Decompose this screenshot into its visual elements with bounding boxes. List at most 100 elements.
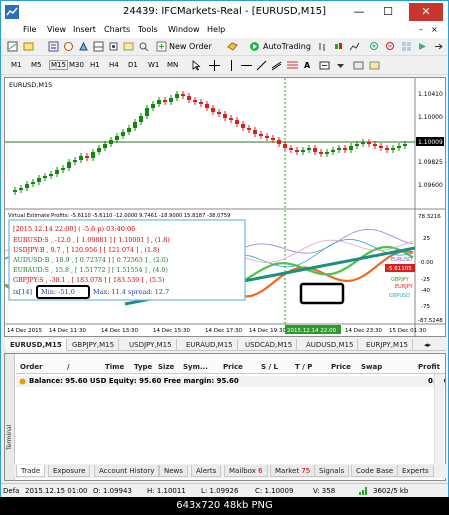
tab-trade[interactable]: Trade bbox=[16, 465, 46, 477]
chart-tab-audusd[interactable]: AUDUSD,M15 bbox=[302, 339, 359, 351]
cursor-icon[interactable] bbox=[191, 60, 202, 71]
candle-body bbox=[37, 178, 41, 182]
tester-icon[interactable] bbox=[108, 41, 119, 52]
zoom-out-icon[interactable] bbox=[385, 41, 396, 52]
col-tp[interactable]: T / P bbox=[295, 363, 312, 371]
chart-tab-usdcad[interactable]: USDCAD,M15 bbox=[241, 339, 298, 351]
col-profit[interactable]: Profit bbox=[418, 363, 440, 371]
candle-body bbox=[193, 100, 197, 102]
timeframe-h4[interactable]: H4 bbox=[109, 61, 119, 69]
new-order-button[interactable]: New Order bbox=[169, 42, 212, 51]
time-label-2: 14 Dec 11:30 bbox=[49, 328, 86, 334]
templates-icon[interactable] bbox=[369, 60, 380, 71]
fibonacci-icon[interactable] bbox=[287, 60, 298, 71]
menu-view[interactable]: View bbox=[47, 25, 66, 34]
autotrading-button[interactable]: AutoTrading bbox=[263, 42, 311, 51]
timeframe-m15[interactable]: M15 bbox=[49, 60, 68, 70]
timeframe-h1[interactable]: H1 bbox=[90, 61, 100, 69]
text-tool[interactable]: A bbox=[304, 61, 310, 70]
navigator-icon[interactable] bbox=[78, 41, 89, 52]
col-symbol[interactable]: Sym... bbox=[183, 363, 208, 371]
terminal-scrollbar[interactable] bbox=[434, 374, 444, 474]
metaeditor-icon[interactable] bbox=[123, 41, 134, 52]
col-size[interactable]: Size bbox=[158, 363, 174, 371]
tile-windows-icon[interactable] bbox=[401, 41, 412, 52]
time-label-4: 14 Dec 15:30 bbox=[153, 328, 190, 334]
candle-body bbox=[103, 144, 107, 148]
zoom-tools-icon[interactable] bbox=[138, 41, 149, 52]
tab-market[interactable]: Market 75 bbox=[270, 465, 316, 477]
time-label-1: 14 Dec 2015 bbox=[7, 328, 43, 334]
tab-mailbox[interactable]: Mailbox 6 bbox=[224, 465, 268, 477]
chart-canvas[interactable]: EURUSD,M15 1.10410 1.10000 1.10009 1.098… bbox=[4, 78, 445, 336]
line-chart-icon[interactable] bbox=[349, 41, 360, 52]
maximize-button[interactable]: ☐ bbox=[377, 3, 399, 21]
chart-shift-icon[interactable] bbox=[417, 41, 428, 52]
chart-tab-euraud[interactable]: EURAUD,M15 bbox=[182, 339, 238, 351]
autoscroll-icon[interactable] bbox=[433, 41, 444, 52]
tab-signals[interactable]: Signals bbox=[314, 465, 350, 477]
experts-icon[interactable] bbox=[227, 41, 238, 52]
menu-tools[interactable]: Tools bbox=[138, 25, 158, 34]
vertical-line-icon[interactable] bbox=[226, 60, 237, 71]
menu-charts[interactable]: Charts bbox=[104, 25, 130, 34]
chart-tabs-scroll[interactable]: ◂▸ bbox=[420, 339, 435, 351]
col-slash[interactable]: / bbox=[67, 363, 70, 371]
tab-experts[interactable]: Experts bbox=[397, 465, 434, 477]
indicator-axis-minus40: -40 bbox=[421, 288, 430, 294]
chart-tab-usdjpy[interactable]: USDJPY,M15 bbox=[125, 339, 177, 351]
autotrading-icon[interactable] bbox=[249, 41, 260, 52]
tab-code-base[interactable]: Code Base bbox=[351, 465, 399, 477]
new-chart-icon[interactable] bbox=[7, 41, 18, 52]
timeframe-mn[interactable]: MN bbox=[167, 61, 178, 69]
terminal-side-label: Terminal bbox=[6, 424, 13, 450]
candle-body bbox=[331, 150, 335, 152]
col-order[interactable]: Order bbox=[20, 363, 43, 371]
timeframe-d1[interactable]: D1 bbox=[128, 61, 138, 69]
chart-tab-eurusd[interactable]: EURUSD,M15 bbox=[6, 339, 67, 351]
equidistant-channel-icon[interactable] bbox=[271, 60, 282, 71]
menu-file[interactable]: File bbox=[23, 25, 36, 34]
chart-tab-eurjpy[interactable]: EURJPY,M15 bbox=[362, 339, 413, 351]
new-order-icon[interactable] bbox=[156, 41, 167, 52]
tab-alerts[interactable]: Alerts bbox=[191, 465, 222, 477]
profiles-icon[interactable] bbox=[23, 41, 34, 52]
balance-row[interactable]: Balance: 95.60 USD Equity: 95.60 Free ma… bbox=[16, 376, 445, 387]
menu-window[interactable]: Window bbox=[168, 25, 200, 34]
timeframe-m30[interactable]: M30 bbox=[69, 61, 84, 69]
zoom-in-icon[interactable] bbox=[369, 41, 380, 52]
market-watch-icon[interactable] bbox=[48, 41, 59, 52]
menu-help[interactable]: Help bbox=[207, 25, 225, 34]
col-type[interactable]: Type bbox=[134, 363, 152, 371]
arrow-drop-icon[interactable] bbox=[335, 60, 346, 71]
menu-insert[interactable]: Insert bbox=[73, 25, 96, 34]
timeframe-w1[interactable]: W1 bbox=[148, 61, 159, 69]
chart-window[interactable]: EURUSD,M15 1.10410 1.10000 1.10009 1.098… bbox=[4, 77, 446, 337]
minimize-button[interactable]: — bbox=[348, 3, 370, 21]
timeframe-m5[interactable]: M5 bbox=[31, 61, 42, 69]
close-button[interactable]: ✕ bbox=[409, 3, 443, 21]
col-current-price[interactable]: Price bbox=[331, 363, 351, 371]
indicator-axis-minus75: -75 bbox=[421, 304, 430, 310]
text-label-icon[interactable] bbox=[319, 60, 330, 71]
data-window-icon[interactable] bbox=[63, 41, 74, 52]
candle-body bbox=[145, 108, 149, 116]
timeframe-m1[interactable]: M1 bbox=[11, 61, 22, 69]
crosshair-icon[interactable] bbox=[209, 60, 220, 71]
tab-news[interactable]: News bbox=[159, 465, 188, 477]
candles-icon[interactable] bbox=[333, 41, 344, 52]
col-sl[interactable]: S / L bbox=[261, 363, 278, 371]
tab-exposure[interactable]: Exposure bbox=[48, 465, 91, 477]
col-time[interactable]: Time bbox=[105, 363, 124, 371]
horizontal-line-icon[interactable] bbox=[241, 60, 252, 71]
trendline-icon[interactable] bbox=[256, 60, 267, 71]
child-minimize-button[interactable]: – bbox=[419, 25, 423, 34]
col-price[interactable]: Price bbox=[223, 363, 243, 371]
bar-chart-icon[interactable] bbox=[317, 41, 328, 52]
child-close-button[interactable]: × bbox=[431, 25, 438, 34]
tab-account-history[interactable]: Account History bbox=[94, 465, 160, 477]
terminal-toggle-icon[interactable] bbox=[93, 41, 104, 52]
col-swap[interactable]: Swap bbox=[361, 363, 382, 371]
periodicity-icon[interactable] bbox=[353, 60, 364, 71]
chart-tab-gbpjpy[interactable]: GBPJPY,M15 bbox=[68, 339, 120, 351]
